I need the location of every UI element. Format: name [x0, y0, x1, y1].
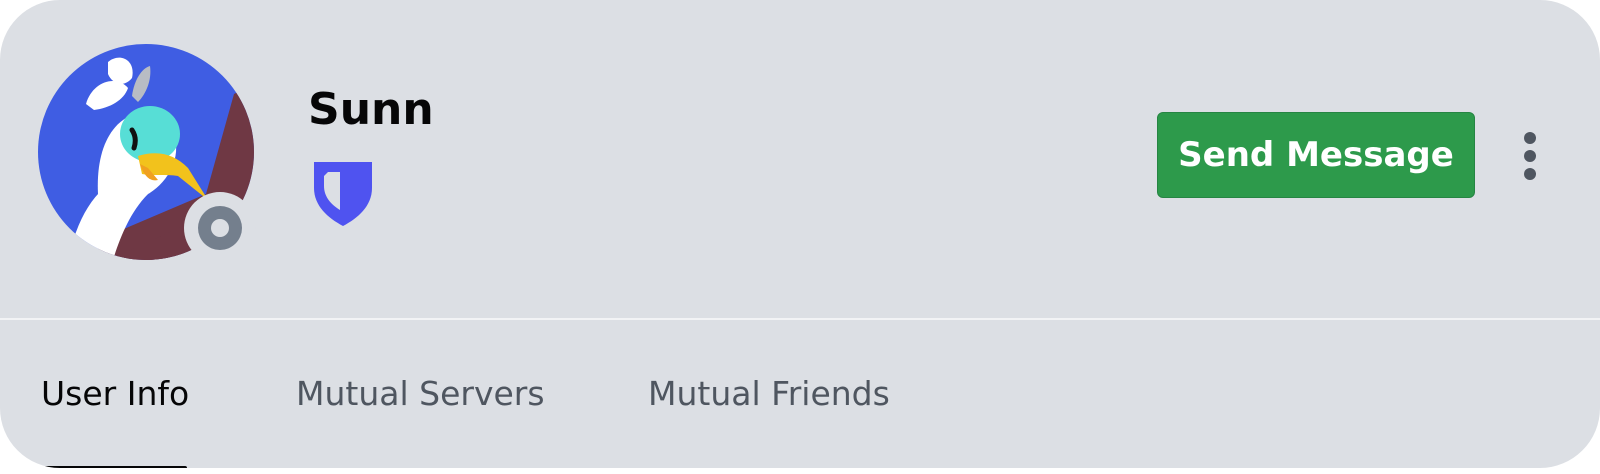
active-tab-indicator [41, 466, 187, 468]
send-message-button[interactable]: Send Message [1157, 112, 1475, 198]
hypesquad-bravery-shield-icon[interactable] [310, 158, 376, 226]
tab-mutual-friends[interactable]: Mutual Friends [648, 372, 890, 416]
avatar[interactable] [38, 44, 256, 264]
tab-user-info[interactable]: User Info [41, 372, 189, 416]
profile-tab-bar: User Info Mutual Servers Mutual Friends [0, 320, 1600, 468]
more-vertical-icon[interactable] [1510, 126, 1550, 186]
tab-mutual-servers[interactable]: Mutual Servers [296, 372, 545, 416]
username: Sunn [308, 84, 434, 135]
offline-status-icon [184, 192, 256, 264]
user-profile-card: Sunn Send Message User Info Mutual Serve… [0, 0, 1600, 468]
